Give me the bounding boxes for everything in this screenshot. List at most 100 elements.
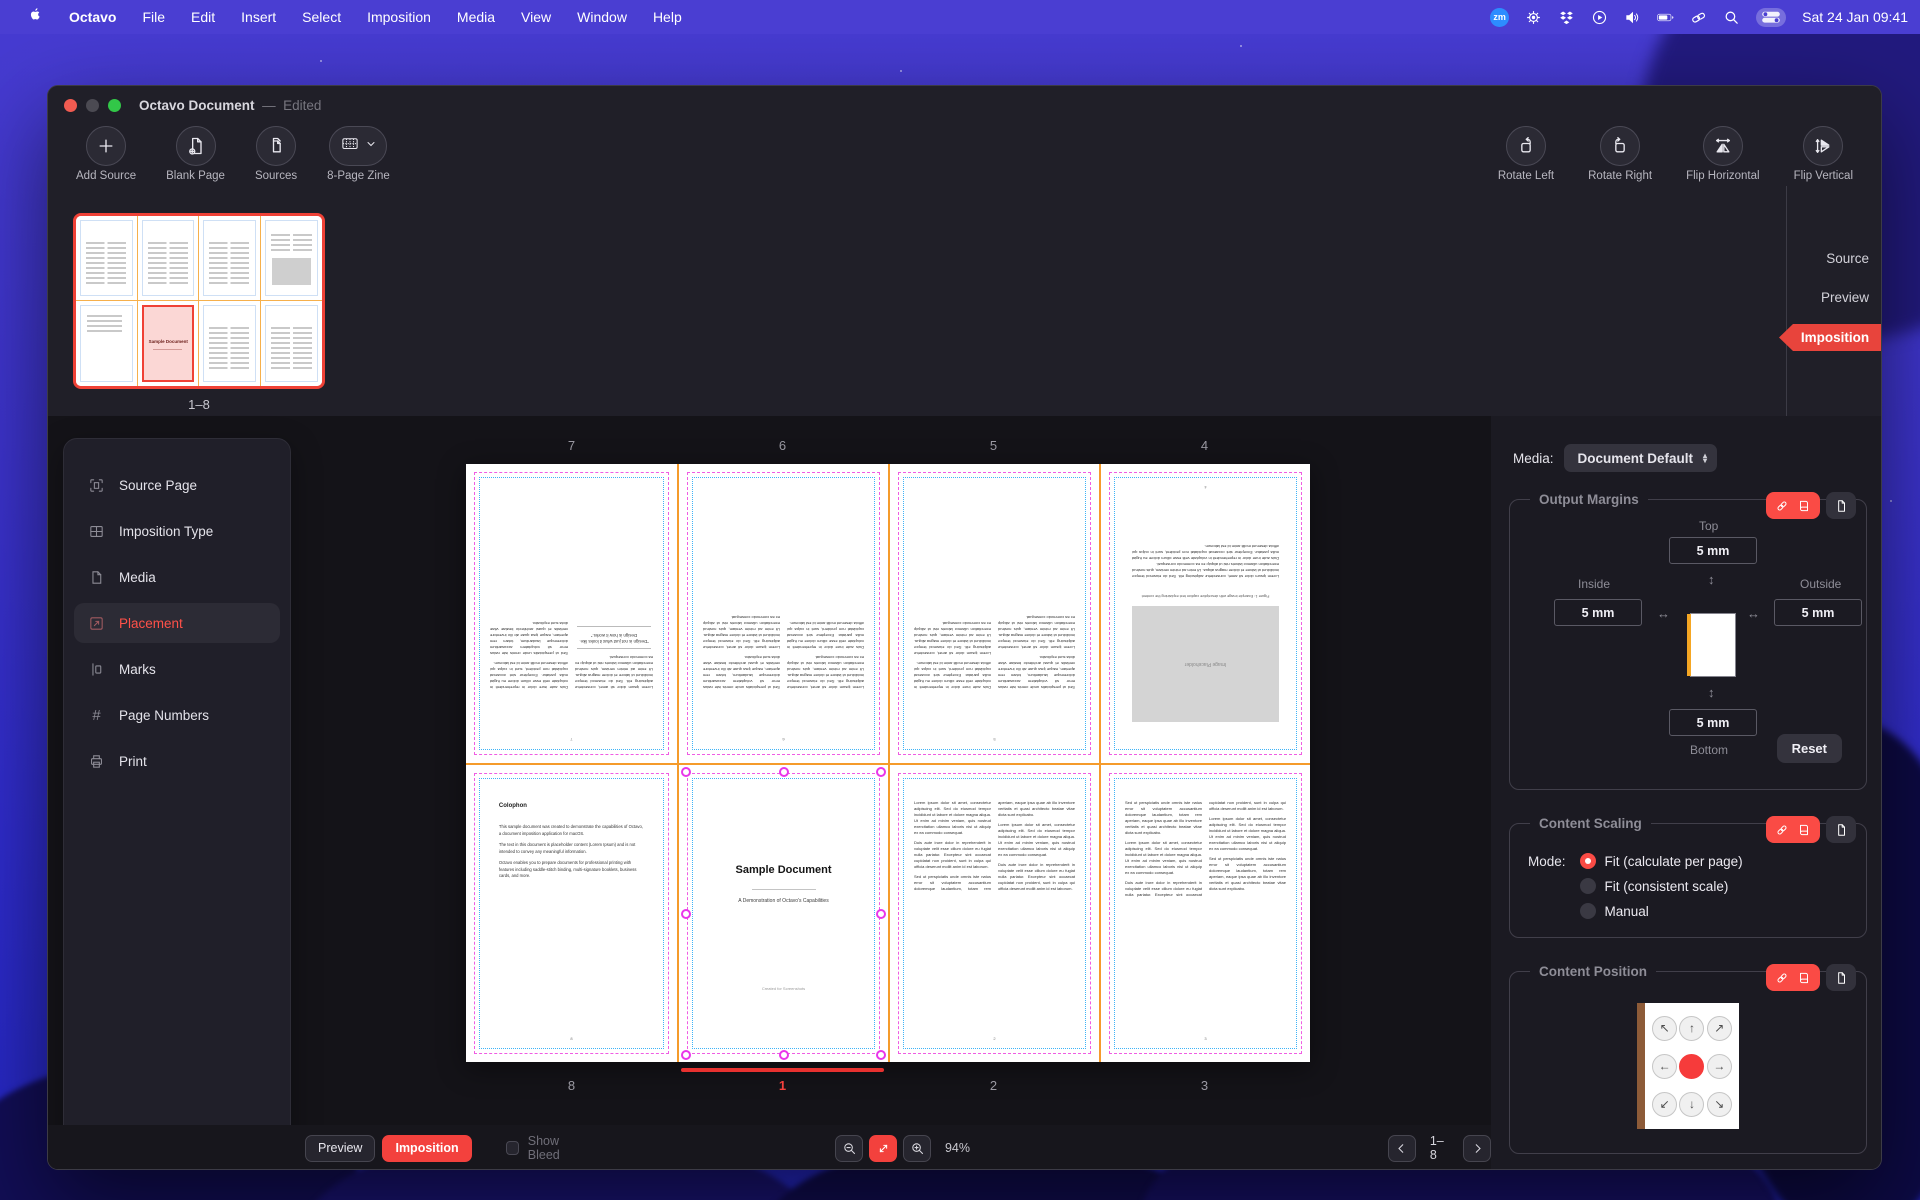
apple-menu[interactable]: [14, 0, 56, 34]
menu-help[interactable]: Help: [640, 0, 695, 34]
thumbnail-sheet[interactable]: Sample Document: [73, 213, 325, 389]
position-top-button[interactable]: ↑: [1679, 1015, 1705, 1041]
signature-thumbnail[interactable]: Sample Document 1–8: [73, 213, 325, 412]
position-center-button[interactable]: [1679, 1053, 1705, 1079]
zoom-window-button[interactable]: [108, 98, 121, 112]
zoom-app-icon[interactable]: zm: [1490, 7, 1510, 27]
imposition-mode-button[interactable]: Imposition: [382, 1134, 472, 1162]
tab-source[interactable]: Source: [1816, 246, 1881, 271]
menu-view[interactable]: View: [508, 0, 564, 34]
sidebar-item-marks[interactable]: Marks: [74, 649, 280, 689]
sidebar-item-page-numbers[interactable]: # Page Numbers: [74, 695, 280, 735]
outside-margin-input[interactable]: 5 mm: [1774, 599, 1862, 626]
zoom-out-button[interactable]: [835, 1134, 864, 1162]
control-center-icon[interactable]: [1756, 7, 1787, 27]
sheet-page-5[interactable]: 5 Sed ut perspiciatis unde omnis iste na…: [888, 464, 1099, 763]
volume-icon[interactable]: [1624, 9, 1641, 26]
menu-edit[interactable]: Edit: [178, 0, 228, 34]
menu-select[interactable]: Select: [289, 0, 354, 34]
linked-scope-control[interactable]: [1766, 816, 1820, 843]
helm-icon[interactable]: [1525, 9, 1542, 26]
battery-icon[interactable]: [1657, 9, 1674, 26]
position-left-button[interactable]: ←: [1652, 1053, 1678, 1079]
sources-button[interactable]: Sources: [255, 126, 297, 182]
per-page-scope-button[interactable]: [1826, 816, 1856, 843]
sidebar-item-imposition-type[interactable]: Imposition Type: [74, 511, 280, 551]
top-margin-input[interactable]: 5 mm: [1669, 537, 1757, 564]
tab-preview[interactable]: Preview: [1811, 285, 1881, 310]
menubar-clock[interactable]: Sat 24 Jan 09:41: [1802, 9, 1908, 25]
selection-handle[interactable]: [876, 908, 886, 919]
position-bottom-left-button[interactable]: ↙: [1652, 1091, 1678, 1117]
reset-margins-button[interactable]: Reset: [1776, 734, 1842, 763]
flip-vertical-button[interactable]: Flip Vertical: [1794, 126, 1853, 182]
menu-file[interactable]: File: [129, 0, 178, 34]
menu-window[interactable]: Window: [564, 0, 640, 34]
thumb-page-selected[interactable]: Sample Document: [137, 301, 199, 386]
bottom-margin-input[interactable]: 5 mm: [1669, 709, 1757, 736]
spotlight-search-icon[interactable]: [1723, 9, 1740, 26]
blank-page-button[interactable]: Blank Page: [166, 126, 225, 182]
sheet-page-8[interactable]: Colophon This sample document was create…: [466, 763, 677, 1062]
sidebar-item-print[interactable]: Print: [74, 741, 280, 781]
previous-sheet-button[interactable]: [1387, 1134, 1416, 1162]
preview-mode-button[interactable]: Preview: [305, 1134, 376, 1162]
imposition-sheet[interactable]: 7 Lorem ipsum dolor sit amet, consectetu…: [466, 464, 1310, 1062]
sheet-page-1-selected[interactable]: Sample Document A Demonstration of Octav…: [677, 763, 888, 1062]
position-bottom-right-button[interactable]: ↘: [1706, 1091, 1732, 1117]
book-icon: [1800, 824, 1808, 835]
dropbox-icon[interactable]: [1558, 9, 1575, 26]
radio-manual[interactable]: Manual: [1579, 903, 1743, 919]
zoom-in-button[interactable]: [903, 1134, 931, 1162]
add-source-button[interactable]: Add Source: [76, 126, 136, 182]
rotate-right-button[interactable]: Rotate Right: [1588, 126, 1652, 182]
position-bottom-button[interactable]: ↓: [1679, 1091, 1705, 1117]
selection-handle[interactable]: [876, 767, 886, 777]
play-circle-icon[interactable]: [1591, 9, 1608, 26]
thumb-page: [76, 301, 138, 386]
minimize-button[interactable]: [86, 98, 99, 112]
flip-horizontal-button[interactable]: Flip Horizontal: [1686, 126, 1760, 182]
radio-dot: [1579, 903, 1596, 919]
show-bleed-checkbox[interactable]: [505, 1141, 519, 1155]
inside-margin-input[interactable]: 5 mm: [1554, 599, 1642, 626]
sheet-page-4[interactable]: Image Placeholder Figure 1: Example imag…: [1099, 464, 1310, 763]
sidebar-item-media[interactable]: Media: [74, 557, 280, 597]
selection-handle[interactable]: [778, 1050, 789, 1060]
sidebar-item-source-page[interactable]: Source Page: [74, 465, 280, 505]
rotate-left-button[interactable]: Rotate Left: [1498, 126, 1554, 182]
per-page-scope-button[interactable]: [1826, 964, 1856, 991]
sheet-page-2[interactable]: Lorem ipsum dolor sit amet, consectetur …: [888, 763, 1099, 1062]
position-top-right-button[interactable]: ↗: [1706, 1015, 1732, 1041]
link-icon[interactable]: [1690, 9, 1707, 26]
radio-fit-per-page[interactable]: Fit (calculate per page): [1579, 853, 1743, 869]
selection-handle[interactable]: [876, 1050, 886, 1060]
sheet-page-6[interactable]: 6 Lorem ipsum dolor sit amet, consectetu…: [677, 464, 888, 763]
position-top-left-button[interactable]: ↖: [1652, 1015, 1678, 1041]
menu-media[interactable]: Media: [444, 0, 508, 34]
menu-insert[interactable]: Insert: [228, 0, 289, 34]
linked-scope-control[interactable]: [1766, 492, 1820, 519]
next-sheet-button[interactable]: [1463, 1134, 1491, 1162]
selection-handle[interactable]: [681, 767, 691, 777]
selection-handle[interactable]: [681, 1050, 691, 1060]
media-dropdown[interactable]: Document Default ▴ ▾: [1563, 444, 1718, 472]
selection-handle[interactable]: [778, 767, 789, 777]
tab-imposition[interactable]: Imposition: [1779, 324, 1881, 351]
per-page-scope-button[interactable]: [1826, 492, 1856, 519]
sheet-page-7[interactable]: 7 Lorem ipsum dolor sit amet, consectetu…: [466, 464, 677, 763]
position-right-button[interactable]: →: [1706, 1053, 1732, 1079]
placement-icon: [90, 616, 103, 630]
sidebar-item-placement[interactable]: Placement: [74, 603, 280, 643]
sheet-page-3[interactable]: Sed ut perspiciatis unde omnis iste natu…: [1099, 763, 1310, 1062]
linked-scope-control[interactable]: [1766, 964, 1820, 991]
zine-layout-button[interactable]: 8-Page Zine: [327, 126, 390, 182]
zoom-fit-button[interactable]: [869, 1134, 898, 1162]
selection-handle[interactable]: [681, 908, 691, 919]
radio-fit-consistent[interactable]: Fit (consistent scale): [1579, 878, 1743, 894]
zoom-level: 94%: [944, 1141, 970, 1155]
close-button[interactable]: [64, 98, 77, 112]
magnifier-plus-icon: [911, 1142, 923, 1154]
menu-imposition[interactable]: Imposition: [354, 0, 444, 34]
menu-octavo[interactable]: Octavo: [56, 0, 129, 34]
